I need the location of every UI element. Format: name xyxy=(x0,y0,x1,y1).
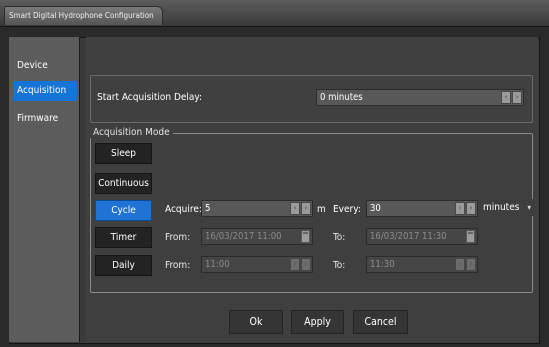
timer-from-field[interactable]: 16/03/2017 11:00 xyxy=(201,228,313,245)
daily-from-field[interactable]: 11:00 ‹ › xyxy=(201,256,313,273)
spin-down-icon[interactable]: ‹ xyxy=(290,258,300,271)
cancel-button[interactable]: Cancel xyxy=(353,310,408,334)
spin-down-icon[interactable]: ‹ xyxy=(455,202,465,215)
calendar-icon[interactable] xyxy=(301,230,310,243)
every-label: Every: xyxy=(333,204,361,215)
config-window: Smart Digital Hydrophone Configuration D… xyxy=(0,0,549,347)
ok-button[interactable]: Ok xyxy=(229,310,283,334)
timer-from-value: 16/03/2017 11:00 xyxy=(205,231,282,242)
spin-down-icon[interactable]: ‹ xyxy=(501,91,511,104)
acquisition-mode-title: Acquisition Mode xyxy=(90,127,173,138)
sidebar-item-device[interactable]: Device xyxy=(13,56,77,76)
title-bar: Smart Digital Hydrophone Configuration xyxy=(0,0,549,27)
mode-daily-button[interactable]: Daily xyxy=(95,255,152,276)
spin-up-icon[interactable]: › xyxy=(301,202,311,215)
acquire-value: 5 xyxy=(205,203,211,214)
mode-cycle-button[interactable]: Cycle xyxy=(95,200,152,221)
acquire-field[interactable]: 5 ‹ › xyxy=(201,200,313,217)
spin-up-icon[interactable]: › xyxy=(466,202,476,215)
sidebar-item-firmware[interactable]: Firmware xyxy=(13,109,77,129)
timer-to-field[interactable]: 16/03/2017 11:30 xyxy=(366,228,478,245)
sidebar-item-acquisition[interactable]: Acquisition xyxy=(13,81,77,101)
timer-to-label: To: xyxy=(333,232,346,243)
acquire-label: Acquire: xyxy=(165,204,202,215)
acquire-unit: m xyxy=(317,204,326,215)
every-value: 30 xyxy=(370,203,381,214)
spin-up-icon[interactable]: › xyxy=(301,258,311,271)
spin-up-icon[interactable]: › xyxy=(466,258,476,271)
every-unit-value: minutes xyxy=(483,202,520,213)
sidebar: Device Acquisition Firmware xyxy=(9,37,80,342)
apply-button[interactable]: Apply xyxy=(291,310,344,334)
mode-continuous-button[interactable]: Continuous xyxy=(95,173,152,194)
mode-sleep-button[interactable]: Sleep xyxy=(95,143,152,164)
start-delay-label: Start Acquisition Delay: xyxy=(97,92,203,103)
every-field[interactable]: 30 ‹ › xyxy=(366,200,478,217)
chevron-down-icon: ▾ xyxy=(527,203,531,212)
timer-from-label: From: xyxy=(165,232,191,243)
daily-to-value: 11:30 xyxy=(370,259,395,270)
mode-timer-button[interactable]: Timer xyxy=(95,227,152,248)
timer-to-value: 16/03/2017 11:30 xyxy=(370,231,447,242)
spin-up-icon[interactable]: › xyxy=(512,91,522,104)
spin-down-icon[interactable]: ‹ xyxy=(290,202,300,215)
daily-to-field[interactable]: 11:30 ‹ › xyxy=(366,256,478,273)
spin-down-icon[interactable]: ‹ xyxy=(455,258,465,271)
daily-to-label: To: xyxy=(333,260,346,271)
daily-from-value: 11:00 xyxy=(205,259,230,270)
start-delay-field[interactable]: 0 minutes ‹ › xyxy=(316,89,524,106)
every-unit-dropdown[interactable]: minutes ▾ xyxy=(480,199,537,216)
daily-from-label: From: xyxy=(165,260,191,271)
calendar-icon[interactable] xyxy=(466,230,475,243)
window-title: Smart Digital Hydrophone Configuration xyxy=(4,6,163,25)
start-delay-value: 0 minutes xyxy=(320,92,363,103)
